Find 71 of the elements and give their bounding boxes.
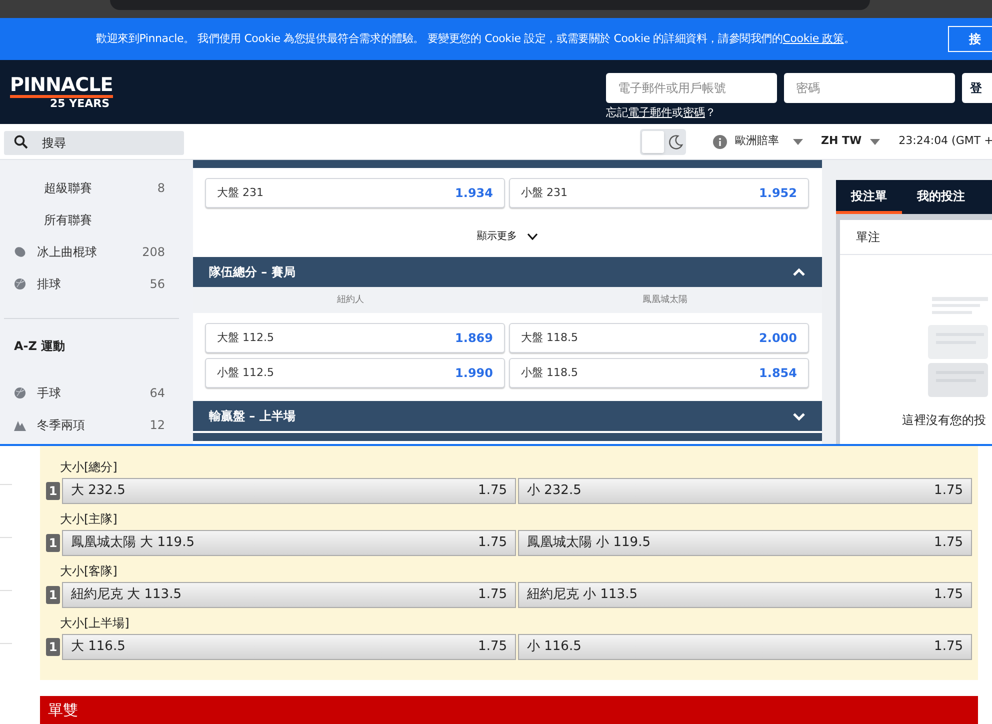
language-dropdown[interactable]: ZH TW xyxy=(815,133,886,150)
count-badge: 1 xyxy=(46,586,60,604)
odds-button[interactable]: 小盤 231 1.952 xyxy=(509,178,809,208)
section-header: 單雙 xyxy=(40,696,978,724)
cookie-policy-link[interactable]: Cookie 政策 xyxy=(782,32,844,45)
password-field[interactable]: 密碼 xyxy=(784,72,955,103)
moon-icon xyxy=(668,134,684,150)
odds-format-dropdown[interactable]: 歐洲賠率 xyxy=(701,133,815,150)
count-badge: 1 xyxy=(46,482,60,500)
chevron-down-icon xyxy=(792,412,806,420)
sport-item[interactable]: 排球 56 xyxy=(0,268,193,300)
chevron-down-icon xyxy=(527,232,538,240)
toggle-knob xyxy=(642,130,664,152)
info-icon xyxy=(713,134,727,148)
team-label: 紐約人 xyxy=(336,294,365,307)
market-title: 大小[總分] xyxy=(59,459,118,476)
forgot-email-link[interactable]: 電子郵件 xyxy=(628,104,672,122)
count-badge: 1 xyxy=(46,638,60,656)
search-icon xyxy=(14,134,28,148)
mountain-icon xyxy=(14,419,26,431)
count-badge: 1 xyxy=(46,534,60,552)
odds-button[interactable]: 大 232.5 1.75 xyxy=(62,478,516,504)
sport-item[interactable]: 冰上曲棍球 208 xyxy=(0,236,193,268)
odds-button[interactable]: 鳳凰城太陽 小 119.5 1.75 xyxy=(518,530,972,556)
logo-wordmark: PINNACLE xyxy=(10,76,113,98)
chevron-up-icon xyxy=(792,268,806,276)
empty-betslip-text: 這裡沒有您的投 xyxy=(902,412,987,429)
odds-button[interactable]: 小 232.5 1.75 xyxy=(518,478,972,504)
odds-button[interactable]: 大盤 231 1.934 xyxy=(205,178,505,208)
caret-icon xyxy=(793,138,803,144)
or-text: 或 xyxy=(672,104,683,121)
caret-icon xyxy=(870,138,880,144)
odds-button[interactable]: 紐約尼克 大 113.5 1.75 xyxy=(62,582,516,608)
ball-icon xyxy=(14,278,26,290)
theme-toggle[interactable] xyxy=(640,128,686,154)
accept-button[interactable]: 接 xyxy=(948,26,992,52)
pinnacle-logo[interactable]: PINNACLE 25 YEARS xyxy=(10,76,113,108)
question-mark: ？ xyxy=(705,104,716,121)
market-title: 大小[客隊] xyxy=(59,563,118,580)
market-header[interactable]: 隊伍總分 – 賽局 xyxy=(193,257,822,287)
betslip-tab[interactable]: 投注單 xyxy=(836,180,902,214)
team-label: 鳳凰城太陽 xyxy=(641,294,688,307)
clock-text: 23:24:04 (GMT + xyxy=(898,133,992,150)
odds-button[interactable]: 鳳凰城太陽 大 119.5 1.75 xyxy=(62,530,516,556)
league-item[interactable]: 超級聯賽 8 xyxy=(0,172,193,204)
odds-button[interactable]: 大盤 112.5 1.869 xyxy=(205,323,505,353)
show-more-button[interactable]: 顯示更多 xyxy=(193,218,822,254)
sport-item[interactable]: 冬季兩項 12 xyxy=(0,409,193,441)
login-button[interactable]: 登 xyxy=(962,72,992,103)
logo-subtitle: 25 YEARS xyxy=(49,98,111,108)
sidebar-heading: A-Z 運動 xyxy=(13,338,66,355)
odds-button[interactable]: 大 116.5 1.75 xyxy=(62,634,516,660)
market-header[interactable]: 輸贏盤 – 上半場 xyxy=(193,401,822,431)
market-title: 大小[主隊] xyxy=(59,511,118,528)
ball-icon xyxy=(14,387,26,399)
odds-button[interactable]: 紐約尼克 小 113.5 1.75 xyxy=(518,582,972,608)
odds-button[interactable]: 小 116.5 1.75 xyxy=(518,634,972,660)
search-field[interactable]: 搜尋 xyxy=(4,130,184,154)
league-item[interactable]: 所有聯賽 xyxy=(0,204,193,236)
sport-item[interactable]: 手球 64 xyxy=(0,377,193,409)
odds-button[interactable]: 小盤 112.5 1.990 xyxy=(205,358,505,388)
betslip-tab[interactable]: 我的投注 xyxy=(902,180,980,214)
forgot-password-link[interactable]: 密碼 xyxy=(683,104,705,122)
market-title: 大小[上半場] xyxy=(59,615,130,632)
odds-button[interactable]: 大盤 118.5 2.000 xyxy=(509,323,809,353)
odds-button[interactable]: 小盤 118.5 1.854 xyxy=(509,358,809,388)
puck-icon xyxy=(14,246,26,258)
forgot-text: 忘記 xyxy=(606,104,628,121)
email-field[interactable]: 電子郵件或用戶帳號 xyxy=(606,72,777,103)
bet-type-label: 單注 xyxy=(840,220,992,255)
cookie-notice: 歡迎來到Pinnacle。 我們使用 Cookie 為您提供最符合需求的體驗。 要變更您的 Cookie 設定，或需要關於 Cookie 的詳細資料，請參閱我們的Cookie 政策。 xyxy=(96,30,855,47)
